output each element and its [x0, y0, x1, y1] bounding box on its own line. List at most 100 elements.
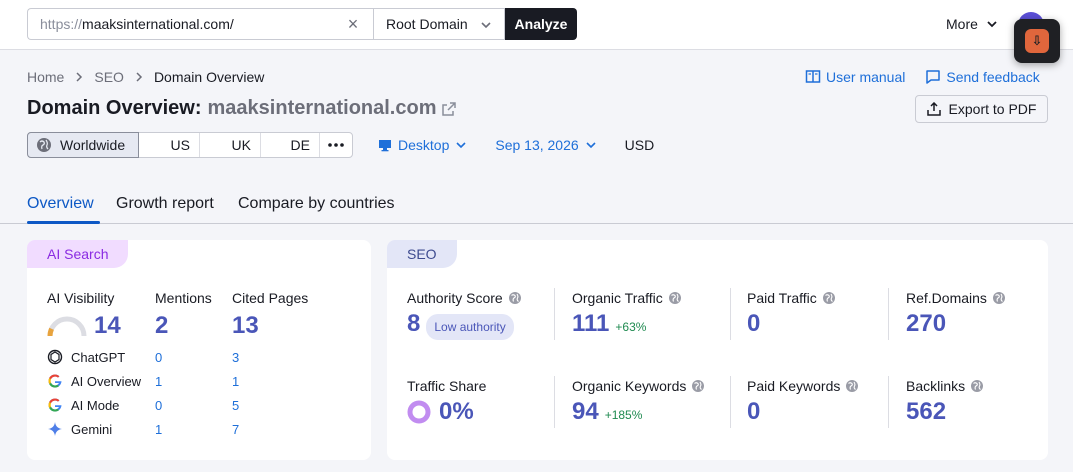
- user-manual-label: User manual: [826, 69, 906, 85]
- engine-mentions[interactable]: 0: [155, 398, 162, 413]
- backlinks-label: Backlinks: [906, 378, 966, 394]
- engine-name: Gemini: [71, 421, 113, 437]
- google-icon: [48, 398, 62, 412]
- domain-input[interactable]: https://maaksinternational.com/ ×: [27, 8, 373, 40]
- more-menu[interactable]: More: [946, 16, 998, 32]
- engine-mentions[interactable]: 1: [155, 374, 162, 389]
- export-pdf-button[interactable]: Export to PDF: [915, 95, 1048, 123]
- ref-domains-value[interactable]: 270: [906, 310, 946, 338]
- ref-domains-label: Ref.Domains: [906, 290, 987, 306]
- tab-growth-report[interactable]: Growth report: [116, 195, 214, 213]
- engine-row-ai-overview: AI Overview: [47, 373, 141, 389]
- url-domain: maaksinternational.com/: [82, 16, 234, 32]
- paid-keywords-metric: Paid Keywords 0: [747, 378, 859, 426]
- send-feedback-link[interactable]: Send feedback: [925, 69, 1040, 85]
- tab-overview[interactable]: Overview: [27, 195, 94, 213]
- organic-traffic-value[interactable]: 111: [572, 310, 609, 338]
- organic-keywords-metric: Organic Keywords 94 +185%: [572, 378, 705, 426]
- chevron-right-icon: [76, 72, 83, 82]
- organic-traffic-change: +63%: [615, 320, 647, 334]
- tabs: Overview Growth report Compare by countr…: [0, 186, 1073, 224]
- globe-icon: [37, 138, 51, 152]
- engine-cited[interactable]: 5: [232, 398, 239, 413]
- paid-traffic-value[interactable]: 0: [747, 310, 760, 338]
- ai-visibility-value[interactable]: 14: [94, 312, 121, 340]
- organic-traffic-metric: Organic Traffic 111 +63%: [572, 290, 682, 338]
- engine-row-ai-mode: AI Mode: [47, 397, 119, 413]
- top-bar: https://maaksinternational.com/ × Root D…: [0, 0, 1073, 50]
- authority-score-metric: Authority Score 8 Low authority: [407, 290, 522, 340]
- backlinks-value[interactable]: 562: [906, 398, 946, 426]
- breadcrumb-seo[interactable]: SEO: [94, 69, 124, 85]
- engine-name: AI Overview: [71, 373, 142, 389]
- divider: [888, 376, 889, 428]
- organic-keywords-change: +185%: [604, 408, 643, 422]
- organic-keywords-value[interactable]: 94: [572, 398, 599, 426]
- divider: [730, 376, 731, 428]
- chatgpt-icon: [47, 349, 63, 365]
- export-icon: [926, 102, 941, 116]
- region-uk[interactable]: UK: [200, 133, 261, 157]
- device-select[interactable]: Desktop: [378, 137, 467, 153]
- region-label: UK: [231, 137, 251, 153]
- cited-pages-value[interactable]: 13: [232, 312, 259, 340]
- engine-name: AI Mode: [71, 397, 120, 413]
- backlinks-metric: Backlinks 562: [906, 378, 984, 426]
- traffic-share-value[interactable]: 0%: [439, 398, 474, 426]
- export-label: Export to PDF: [948, 101, 1037, 117]
- clear-icon[interactable]: ×: [345, 15, 361, 33]
- engine-mentions[interactable]: 1: [155, 422, 162, 437]
- traffic-share-metric: Traffic Share 0%: [407, 378, 486, 426]
- ai-visibility-label: AI Visibility: [47, 290, 115, 306]
- external-link-icon[interactable]: [442, 101, 457, 116]
- region-de[interactable]: DE: [261, 133, 320, 157]
- chevron-down-icon: [987, 21, 997, 28]
- cited-pages-label: Cited Pages: [232, 290, 309, 306]
- ai-search-tag: AI Search: [27, 240, 129, 268]
- engine-name: ChatGPT: [71, 349, 126, 365]
- extension-widget[interactable]: ⇩: [1014, 19, 1060, 63]
- engine-row-chatgpt: ChatGPT: [47, 349, 125, 365]
- engine-mentions[interactable]: 0: [155, 350, 162, 365]
- region-label: US: [170, 137, 190, 153]
- analyze-button[interactable]: Analyze: [505, 8, 577, 40]
- region-worldwide[interactable]: Worldwide: [27, 132, 139, 158]
- seo-tag: SEO: [387, 240, 457, 268]
- globe-icon: [692, 380, 705, 392]
- date-value: Sep 13, 2026: [495, 137, 579, 153]
- user-manual-link[interactable]: User manual: [805, 69, 905, 85]
- ref-domains-metric: Ref.Domains 270: [906, 290, 1006, 338]
- breadcrumb-home[interactable]: Home: [27, 69, 64, 85]
- region-label: DE: [290, 137, 310, 153]
- engine-cited[interactable]: 7: [232, 422, 239, 437]
- globe-icon: [508, 292, 521, 304]
- authority-score-value[interactable]: 8: [407, 310, 420, 338]
- region-us[interactable]: US: [139, 133, 200, 157]
- more-regions-button[interactable]: [320, 133, 352, 157]
- authority-score-label: Authority Score: [407, 290, 503, 306]
- date-select[interactable]: Sep 13, 2026: [495, 137, 596, 153]
- scope-value: Root Domain: [386, 16, 468, 32]
- filters: Desktop Sep 13, 2026 USD: [378, 137, 654, 153]
- breadcrumb-current: Domain Overview: [153, 69, 265, 85]
- tab-compare-by-countries[interactable]: Compare by countries: [238, 195, 395, 213]
- scope-select[interactable]: Root Domain: [373, 8, 505, 40]
- paid-keywords-value[interactable]: 0: [747, 398, 760, 426]
- chevron-down-icon: [456, 142, 466, 149]
- divider: [888, 288, 889, 340]
- engine-cited[interactable]: 1: [232, 374, 239, 389]
- divider: [730, 288, 731, 340]
- url-protocol: https://: [40, 16, 83, 32]
- header-links: User manual Send feedback: [805, 69, 1040, 85]
- engine-cited[interactable]: 3: [232, 350, 239, 365]
- device-value: Desktop: [398, 137, 450, 153]
- globe-icon: [971, 380, 984, 392]
- globe-icon: [668, 292, 681, 304]
- region-selector: Worldwide US UK DE: [27, 132, 353, 158]
- active-tab-indicator: [27, 221, 100, 224]
- globe-icon: [822, 292, 835, 304]
- google-icon: [48, 374, 62, 388]
- mentions-value[interactable]: 2: [155, 312, 168, 340]
- title-domain[interactable]: maaksinternational.com: [208, 97, 437, 120]
- globe-icon: [992, 292, 1005, 304]
